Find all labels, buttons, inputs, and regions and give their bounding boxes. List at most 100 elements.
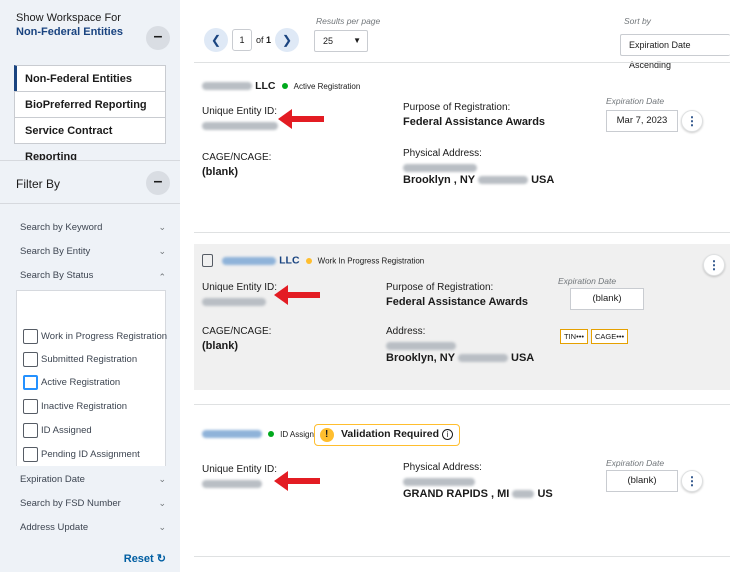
cage-value: (blank) (202, 340, 239, 352)
previous-page-button[interactable]: ❮ (204, 28, 228, 52)
redacted-name[interactable] (202, 430, 262, 439)
sort-by-value: Expiration Date Ascending (629, 40, 691, 70)
document-icon (202, 254, 213, 267)
status-option-label: Submitted Registration (41, 354, 138, 365)
more-actions-button[interactable]: ⋮ (703, 254, 725, 276)
purpose-label: Purpose of Registration: (386, 282, 494, 293)
address-line-1 (386, 340, 456, 352)
entity-name-row: LLC Active Registration (202, 80, 360, 92)
more-actions-button[interactable]: ⋮ (681, 110, 703, 132)
checkbox[interactable] (23, 329, 38, 344)
filter-fsd-number[interactable]: Search by FSD Number ⌄ (20, 498, 166, 518)
expiration-label: Expiration Date (558, 276, 617, 286)
address-country: USA (511, 352, 535, 364)
filter-label: Search by Keyword (20, 222, 103, 233)
sort-by-select[interactable]: Expiration Date Ascending (620, 34, 730, 70)
checkbox[interactable] (23, 399, 38, 414)
workspace-header: Show Workspace For Non-Federal Entities … (0, 0, 180, 62)
uei-label: Unique Entity ID: (202, 106, 278, 117)
entity-name-suffix[interactable]: LLC (255, 80, 275, 92)
filter-search-status[interactable]: Search By Status ⌃ (20, 270, 166, 290)
redacted-street (403, 164, 477, 173)
divider (194, 62, 730, 63)
address-country: USA (531, 174, 555, 186)
uei-value (202, 120, 278, 132)
purpose-value: Federal Assistance Awards (386, 296, 529, 308)
redacted-zip (457, 354, 508, 363)
workspace-item-non-federal[interactable]: Non-Federal Entities (14, 65, 166, 92)
purpose-value: Federal Assistance Awards (403, 116, 546, 128)
checkbox[interactable] (23, 375, 38, 390)
redacted-uei (202, 122, 278, 131)
collapse-workspace-button[interactable]: – (146, 26, 170, 50)
total-pages: 1 (266, 35, 272, 45)
more-vertical-icon: ⋮ (686, 114, 698, 128)
redacted-street (386, 342, 456, 351)
entity-name-row: LLC Work In Progress Registration (202, 254, 424, 267)
divider (194, 556, 730, 557)
chevron-left-icon: ❮ (210, 33, 222, 47)
validation-required-badge[interactable]: Validation Required i (314, 424, 460, 446)
filter-search-keyword[interactable]: Search by Keyword ⌄ (20, 222, 166, 242)
address-label: Physical Address: (403, 148, 482, 159)
redacted-zip (478, 176, 528, 185)
filter-by-label: Filter By (16, 177, 61, 191)
expiration-value: (blank) (570, 288, 644, 310)
address-line-2: GRAND RAPIDS , MI US (403, 488, 553, 500)
sidebar: Show Workspace For Non-Federal Entities … (0, 0, 180, 572)
cage-label: CAGE/NCAGE: (202, 152, 272, 163)
of-label: of (256, 35, 264, 45)
more-actions-button[interactable]: ⋮ (681, 470, 703, 492)
tin-tag: TIN••• (560, 329, 588, 344)
redacted-street (403, 478, 475, 487)
checkbox[interactable] (23, 423, 38, 438)
status-label: Work In Progress Registration (317, 256, 425, 266)
address-country: US (537, 488, 553, 500)
red-arrow-icon (278, 109, 324, 129)
filter-label: Search By Status (20, 270, 94, 281)
chevron-up-icon: ⌃ (158, 272, 166, 282)
filter-label: Address Update (20, 522, 89, 533)
filter-header: Filter By – (0, 160, 180, 204)
checkbox[interactable] (23, 352, 38, 367)
address-line-2: Brooklyn, NY USA (386, 352, 534, 364)
expiration-label: Expiration Date (606, 96, 665, 106)
divider (194, 232, 730, 233)
results-per-page-select[interactable]: 25 ▼ (314, 30, 368, 52)
workspace-item-biopreferred[interactable]: BioPreferred Reporting (14, 91, 166, 118)
chevron-down-icon: ⌄ (158, 498, 166, 508)
results-per-page-label: Results per page (316, 16, 381, 26)
chevron-right-icon: ❯ (281, 33, 293, 47)
filter-address-update[interactable]: Address Update ⌄ (20, 522, 166, 542)
status-option-label: Active Registration (41, 377, 121, 388)
page-number-input[interactable]: 1 (232, 29, 252, 51)
chevron-down-icon: ⌄ (158, 222, 166, 232)
collapse-filters-button[interactable]: – (146, 171, 170, 195)
caret-down-icon: ▼ (353, 36, 361, 45)
expiration-label: Expiration Date (606, 458, 665, 468)
validation-label: Validation Required (341, 428, 440, 440)
checkbox[interactable] (23, 447, 38, 462)
chevron-down-icon: ⌄ (158, 246, 166, 256)
page-count: of 1 (256, 35, 271, 45)
status-option-label: Inactive Registration (41, 401, 128, 412)
reset-icon: ↻ (156, 553, 166, 565)
next-page-button[interactable]: ❯ (275, 28, 299, 52)
cage-label: CAGE/NCAGE: (202, 326, 272, 337)
address-label: Address: (386, 326, 426, 337)
uei-value (202, 478, 262, 490)
entity-name-suffix[interactable]: LLC (279, 254, 299, 266)
address-line-2: Brooklyn , NY USA (403, 174, 554, 186)
entity-card-3: ID Assigned Validation Required i Unique… (194, 414, 730, 534)
purpose-label: Purpose of Registration: (403, 102, 511, 113)
red-arrow-icon (274, 285, 320, 305)
reset-button[interactable]: Reset ↻ (124, 552, 166, 565)
workspace-item-service-contract[interactable]: Service Contract Reporting (14, 117, 166, 163)
uei-label: Unique Entity ID: (202, 282, 278, 293)
filter-expiration-date[interactable]: Expiration Date ⌄ (20, 474, 166, 494)
divider (194, 404, 730, 405)
cage-tag: CAGE••• (591, 329, 629, 344)
status-label: Active Registration (293, 82, 361, 91)
filter-search-entity[interactable]: Search By Entity ⌄ (20, 246, 166, 266)
status-dot (305, 257, 312, 264)
